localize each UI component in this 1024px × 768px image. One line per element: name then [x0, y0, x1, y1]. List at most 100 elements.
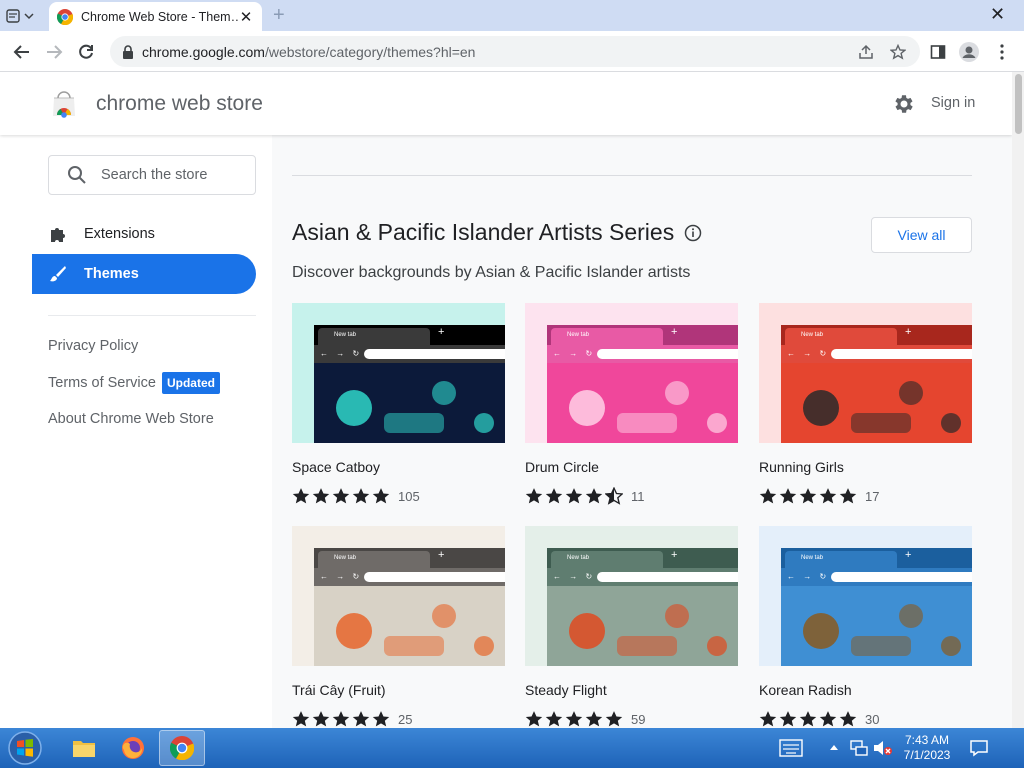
preview-tab: New tab: [551, 328, 663, 345]
preview-nav: ← → ↻: [320, 572, 363, 581]
store-title[interactable]: chrome web store: [96, 92, 263, 116]
theme-thumbnail[interactable]: New tab + ← → ↻: [759, 526, 972, 666]
star-filled-icon: [332, 711, 350, 727]
rating-stars: [292, 487, 390, 505]
taskbar-firefox[interactable]: [110, 730, 156, 766]
view-all-button[interactable]: View all: [871, 217, 972, 253]
profile-button[interactable]: [957, 40, 981, 64]
star-filled-icon: [759, 711, 777, 727]
system-clock[interactable]: 7:43 AM 7/1/2023: [892, 733, 962, 763]
side-panel-button[interactable]: [926, 40, 950, 64]
search-input[interactable]: Search the store: [48, 155, 256, 195]
info-icon[interactable]: [684, 224, 702, 242]
preview-new-tab: +: [438, 326, 445, 338]
tray-expand-icon[interactable]: [829, 743, 839, 751]
preview-new-tab: +: [438, 549, 445, 561]
preview-omnibox: [597, 349, 738, 359]
forward-button[interactable]: [42, 40, 66, 64]
theme-card[interactable]: New tab + ← → ↻: [525, 303, 738, 505]
theme-thumbnail[interactable]: New tab + ← → ↻: [292, 303, 505, 443]
star-filled-icon: [525, 488, 543, 504]
preview-nav: ← → ↻: [787, 572, 830, 581]
preview-toolbar: ← → ↻: [781, 568, 972, 586]
theme-name[interactable]: Drum Circle: [525, 459, 738, 477]
chrome-web-store-logo-icon[interactable]: [50, 90, 78, 118]
theme-name[interactable]: Steady Flight: [525, 682, 738, 700]
preview-omnibox: [831, 349, 972, 359]
page-scrollbar[interactable]: [1012, 72, 1024, 728]
web-page: chrome web store Sign in Search the stor…: [0, 72, 1012, 728]
reload-button[interactable]: [74, 40, 98, 64]
terms-of-service-link[interactable]: Terms of Service: [48, 375, 156, 391]
sidebar-item-extensions[interactable]: Extensions: [32, 214, 256, 254]
rating-stars: [525, 487, 623, 505]
theme-thumbnail[interactable]: New tab + ← → ↻: [292, 526, 505, 666]
back-button[interactable]: [10, 40, 34, 64]
theme-rating: 59: [525, 710, 738, 728]
star-filled-icon: [799, 488, 817, 504]
window-close-button[interactable]: ✕: [990, 4, 1005, 25]
preview-tab: New tab: [785, 328, 897, 345]
tab-search-button[interactable]: [6, 6, 44, 26]
theme-name[interactable]: Trái Cây (Fruit): [292, 682, 505, 700]
keyboard-icon[interactable]: [779, 739, 803, 757]
theme-name[interactable]: Korean Radish: [759, 682, 972, 700]
theme-card[interactable]: New tab + ← → ↻: [525, 526, 738, 728]
address-bar[interactable]: chrome.google.com/webstore/category/them…: [110, 36, 920, 67]
preview-tab-label: New tab: [801, 332, 824, 338]
star-half-icon: [605, 487, 623, 505]
puzzle-icon: [48, 224, 68, 244]
star-filled-icon: [779, 488, 797, 504]
star-filled-icon: [585, 711, 603, 727]
browser-tab-strip: Chrome Web Store - Them… ✕ + ✕: [0, 0, 1024, 31]
share-button[interactable]: [854, 40, 878, 64]
preview-artwork: [314, 586, 505, 666]
theme-thumbnail[interactable]: New tab + ← → ↻: [525, 526, 738, 666]
artwork-shapes: [336, 381, 494, 433]
scrollbar-thumb[interactable]: [1015, 74, 1022, 134]
preview-tabstrip: New tab +: [547, 548, 738, 568]
star-filled-icon: [352, 711, 370, 727]
network-icon[interactable]: [850, 739, 868, 757]
theme-preview-window: New tab + ← → ↻: [547, 325, 738, 443]
rating-stars: [525, 710, 623, 728]
about-store-link[interactable]: About Chrome Web Store: [48, 411, 214, 427]
new-tab-button[interactable]: +: [273, 4, 285, 27]
star-filled-icon: [292, 711, 310, 727]
theme-rating: 11: [525, 487, 738, 505]
windows-start-icon[interactable]: [6, 730, 44, 766]
notification-icon[interactable]: [970, 739, 988, 757]
artwork-shapes: [336, 604, 494, 656]
star-filled-icon: [605, 711, 623, 727]
browser-toolbar: chrome.google.com/webstore/category/them…: [0, 31, 1024, 72]
privacy-policy-link[interactable]: Privacy Policy: [48, 338, 138, 354]
artwork-shapes: [803, 381, 961, 433]
sidebar-item-themes[interactable]: Themes: [32, 254, 256, 294]
theme-card[interactable]: New tab + ← → ↻: [292, 303, 505, 505]
volume-muted-icon[interactable]: [873, 739, 893, 757]
clock-date: 7/1/2023: [903, 748, 951, 762]
preview-tab-label: New tab: [334, 555, 357, 561]
sidebar: Search the store Extensions Themes Priva…: [0, 135, 272, 728]
rating-count: 11: [631, 488, 645, 504]
preview-artwork: [781, 363, 972, 443]
tab-close-icon[interactable]: ✕: [238, 8, 254, 26]
rating-stars: [759, 710, 857, 728]
taskbar-file-explorer[interactable]: [61, 730, 107, 766]
theme-card[interactable]: New tab + ← → ↻: [759, 526, 972, 728]
theme-thumbnail[interactable]: New tab + ← → ↻: [525, 303, 738, 443]
star-filled-icon: [839, 488, 857, 504]
theme-name[interactable]: Running Girls: [759, 459, 972, 477]
theme-card[interactable]: New tab + ← → ↻: [759, 303, 972, 505]
theme-thumbnail[interactable]: New tab + ← → ↻: [759, 303, 972, 443]
gear-icon[interactable]: [892, 92, 916, 116]
theme-name[interactable]: Space Catboy: [292, 459, 505, 477]
side-panel-icon: [930, 45, 946, 59]
browser-tab-active[interactable]: Chrome Web Store - Them… ✕: [49, 2, 262, 31]
sign-in-link[interactable]: Sign in: [931, 95, 975, 111]
taskbar-chrome[interactable]: [159, 730, 205, 766]
menu-button[interactable]: [990, 40, 1014, 64]
theme-card[interactable]: New tab + ← → ↻: [292, 526, 505, 728]
bookmark-button[interactable]: [886, 40, 910, 64]
star-filled-icon: [819, 711, 837, 727]
